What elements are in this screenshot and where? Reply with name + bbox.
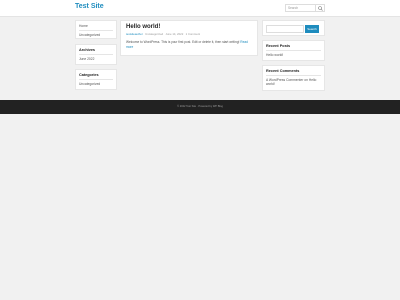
divider bbox=[266, 75, 321, 76]
divider bbox=[79, 79, 113, 80]
categories-widget: Categories Uncategorized bbox=[75, 69, 117, 90]
sidebar-search-button[interactable]: Search bbox=[305, 25, 319, 33]
divider bbox=[79, 54, 113, 55]
recent-post-link[interactable]: Hello world! bbox=[266, 53, 321, 57]
post-meta: testsiteauthor Uncategorized June 14, 20… bbox=[126, 32, 252, 36]
recent-posts-widget: Recent Posts Hello world! bbox=[262, 40, 325, 61]
post-card: Hello world! testsiteauthor Uncategorize… bbox=[120, 20, 258, 56]
left-menu-widget: Home Uncategorized bbox=[75, 20, 117, 39]
categories-title: Categories bbox=[79, 73, 99, 77]
site-footer: © 2022 Test Site · Powered by WP Blog bbox=[0, 100, 400, 114]
post-date[interactable]: June 14, 2022 bbox=[166, 32, 184, 36]
archive-link[interactable]: June 2022 bbox=[79, 57, 113, 61]
footer-text: © 2022 Test Site · Powered by WP Blog bbox=[177, 105, 223, 108]
site-title[interactable]: Test Site bbox=[75, 3, 104, 10]
sidebar-search-widget: Search bbox=[262, 20, 325, 36]
archives-title: Archives bbox=[79, 48, 96, 52]
site-header: Test Site Search bbox=[0, 0, 400, 17]
divider bbox=[266, 50, 321, 51]
post-category-link[interactable]: Uncategorized bbox=[145, 32, 163, 36]
recent-comments-title: Recent Comments bbox=[266, 69, 300, 73]
recent-posts-title: Recent Posts bbox=[266, 44, 291, 48]
archives-widget: Archives June 2022 bbox=[75, 44, 117, 65]
header-search-placeholder: Search bbox=[288, 6, 299, 10]
post-excerpt: Welcome to WordPress. This is your first… bbox=[126, 40, 252, 50]
post-excerpt-text: Welcome to WordPress. This is your first… bbox=[126, 40, 240, 44]
divider bbox=[79, 30, 113, 31]
post-comments-link[interactable]: 1 Comment bbox=[186, 32, 200, 36]
header-search-field[interactable]: Search bbox=[285, 4, 325, 12]
sidebar-search-input[interactable] bbox=[266, 25, 304, 33]
menu-item-uncategorized[interactable]: Uncategorized bbox=[79, 33, 113, 37]
post-title[interactable]: Hello world! bbox=[126, 24, 252, 30]
recent-comment-link[interactable]: A WordPress Commenter on Hello world! bbox=[266, 78, 321, 86]
menu-item-home[interactable]: Home bbox=[79, 24, 113, 28]
search-icon[interactable] bbox=[315, 5, 324, 11]
recent-comments-widget: Recent Comments A WordPress Commenter on… bbox=[262, 65, 325, 91]
post-author-link[interactable]: testsiteauthor bbox=[126, 32, 143, 36]
category-link[interactable]: Uncategorized bbox=[79, 82, 113, 86]
